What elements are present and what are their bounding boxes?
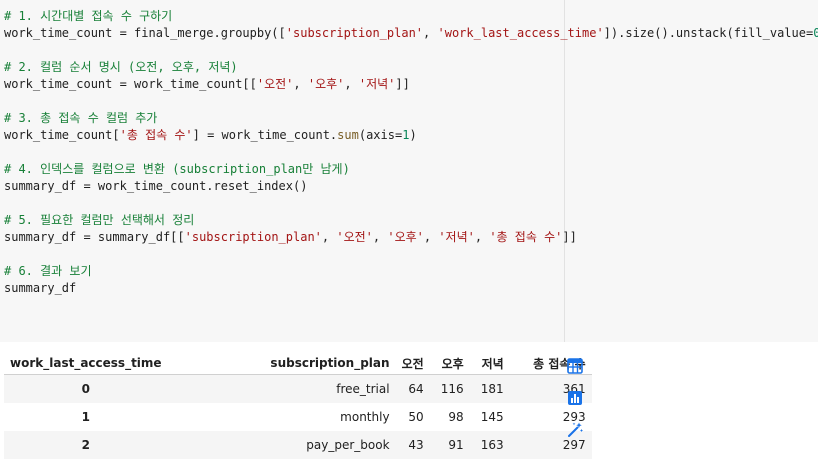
cell-output: work_last_access_time subscription_plan … bbox=[0, 342, 818, 470]
code-cell[interactable]: # 1. 시간대별 접속 수 구하기 work_time_count = fina… bbox=[0, 0, 818, 342]
dataframe-table: work_last_access_time subscription_plan … bbox=[4, 352, 592, 459]
column-header-morning: 오전 bbox=[395, 352, 430, 375]
code-string: '오전' bbox=[336, 230, 373, 244]
code-line: work_time_count = final_merge.groupby(['… bbox=[4, 25, 818, 42]
code-string: 'subscription_plan' bbox=[285, 26, 424, 40]
code-string: 'work_last_access_time' bbox=[437, 26, 604, 40]
code-line: # 2. 컬럼 순서 명시 (오전, 오후, 저녁) bbox=[4, 59, 818, 76]
row-index: 2 bbox=[4, 431, 168, 459]
cell-afternoon: 91 bbox=[429, 431, 470, 459]
column-header-afternoon: 오후 bbox=[429, 352, 470, 375]
cell-morning: 43 bbox=[395, 431, 430, 459]
table-convert-icon[interactable] bbox=[561, 352, 589, 380]
table-row: 1 monthly 50 98 145 293 bbox=[4, 403, 592, 431]
code-text: summary_df bbox=[4, 281, 77, 295]
code-text: ]).size().unstack(fill_value= bbox=[603, 26, 814, 40]
code-comment: # 4. 인덱스를 컬럼으로 변환 (subscription_plan만 남게… bbox=[4, 162, 350, 176]
code-comment: # 3. 총 접속 수 컬럼 추가 bbox=[4, 111, 158, 125]
cell-evening: 163 bbox=[469, 431, 510, 459]
cell-morning: 64 bbox=[395, 374, 430, 403]
code-string: '오후' bbox=[307, 77, 345, 91]
cell-evening: 145 bbox=[480, 410, 504, 424]
code-text: , bbox=[321, 230, 337, 244]
cell-afternoon: 116 bbox=[429, 374, 470, 403]
code-text: , bbox=[474, 230, 490, 244]
code-text: ) bbox=[409, 128, 417, 142]
code-line: summary_df = work_time_count.reset_index… bbox=[4, 178, 818, 195]
output-toolbar bbox=[561, 352, 589, 448]
code-comment: # 5. 필요한 컬럼만 선택해서 정리 bbox=[4, 213, 195, 227]
code-comment: # 6. 결과 보기 bbox=[4, 264, 92, 278]
chart-suggest-icon[interactable] bbox=[561, 384, 589, 412]
cell-subscription-plan: pay_per_book bbox=[167, 431, 396, 459]
code-line: summary_df = summary_df[['subscription_p… bbox=[4, 229, 818, 246]
table-row: 2 pay_per_book 43 91 163 297 bbox=[4, 431, 592, 459]
code-line: # 4. 인덱스를 컬럼으로 변환 (subscription_plan만 남게… bbox=[4, 161, 818, 178]
code-line: # 5. 필요한 컬럼만 선택해서 정리 bbox=[4, 212, 818, 229]
code-text: summary_df = work_time_count.reset_index… bbox=[4, 179, 308, 193]
code-line: work_time_count['총 접속 수'] = work_time_co… bbox=[4, 127, 818, 144]
cell-morning: 50 bbox=[408, 410, 424, 424]
code-line: # 1. 시간대별 접속 수 구하기 bbox=[4, 8, 818, 25]
code-string: '총 접속 수' bbox=[489, 230, 563, 244]
magic-edit-icon[interactable] bbox=[561, 416, 589, 444]
code-text: work_time_count = final_merge.groupby([ bbox=[4, 26, 286, 40]
column-header-subscription-plan: subscription_plan bbox=[167, 352, 396, 375]
code-string: '총 접속 수' bbox=[119, 128, 193, 142]
code-text: (axis= bbox=[358, 128, 403, 142]
code-text: , bbox=[293, 77, 308, 91]
cell-subscription-plan: monthly bbox=[340, 410, 390, 424]
code-text: , bbox=[372, 230, 388, 244]
cell-evening: 181 bbox=[469, 374, 510, 403]
column-header-work-last-access-time: work_last_access_time bbox=[4, 352, 168, 375]
code-comment: # 2. 컬럼 순서 명시 (오전, 오후, 저녁) bbox=[4, 60, 238, 74]
code-text: summary_df = summary_df[[ bbox=[4, 230, 185, 244]
code-text: , bbox=[423, 26, 438, 40]
cell-subscription-plan: free_trial bbox=[167, 374, 396, 403]
table-header-row: work_last_access_time subscription_plan … bbox=[4, 352, 592, 375]
table-row: 0 free_trial 64 116 181 361 bbox=[4, 374, 592, 403]
code-line: # 6. 결과 보기 bbox=[4, 263, 818, 280]
code-string: '저녁' bbox=[438, 230, 475, 244]
row-index: 1 bbox=[81, 410, 90, 424]
row-index: 0 bbox=[4, 374, 168, 403]
cell-afternoon: 98 bbox=[448, 410, 464, 424]
code-text: ]] bbox=[395, 77, 410, 91]
code-number: 0 bbox=[813, 26, 818, 40]
code-comment: # 1. 시간대별 접속 수 구하기 bbox=[4, 9, 173, 23]
code-string: 'subscription_plan' bbox=[184, 230, 322, 244]
code-text: ] = work_time_count. bbox=[192, 128, 338, 142]
code-text: , bbox=[423, 230, 439, 244]
code-line: work_time_count = work_time_count[['오전',… bbox=[4, 76, 818, 93]
code-string: '저녁' bbox=[358, 77, 396, 91]
code-text: , bbox=[344, 77, 359, 91]
code-line: summary_df bbox=[4, 280, 818, 297]
code-line: # 3. 총 접속 수 컬럼 추가 bbox=[4, 110, 818, 127]
code-function: sum bbox=[337, 128, 359, 142]
code-editor[interactable]: # 1. 시간대별 접속 수 구하기 work_time_count = fina… bbox=[4, 8, 818, 297]
code-text: ]] bbox=[562, 230, 577, 244]
code-string: '오후' bbox=[387, 230, 424, 244]
code-string: '오전' bbox=[256, 77, 294, 91]
code-text: work_time_count[ bbox=[4, 128, 120, 142]
code-text: work_time_count = work_time_count[[ bbox=[4, 77, 257, 91]
column-header-evening: 저녁 bbox=[469, 352, 510, 375]
